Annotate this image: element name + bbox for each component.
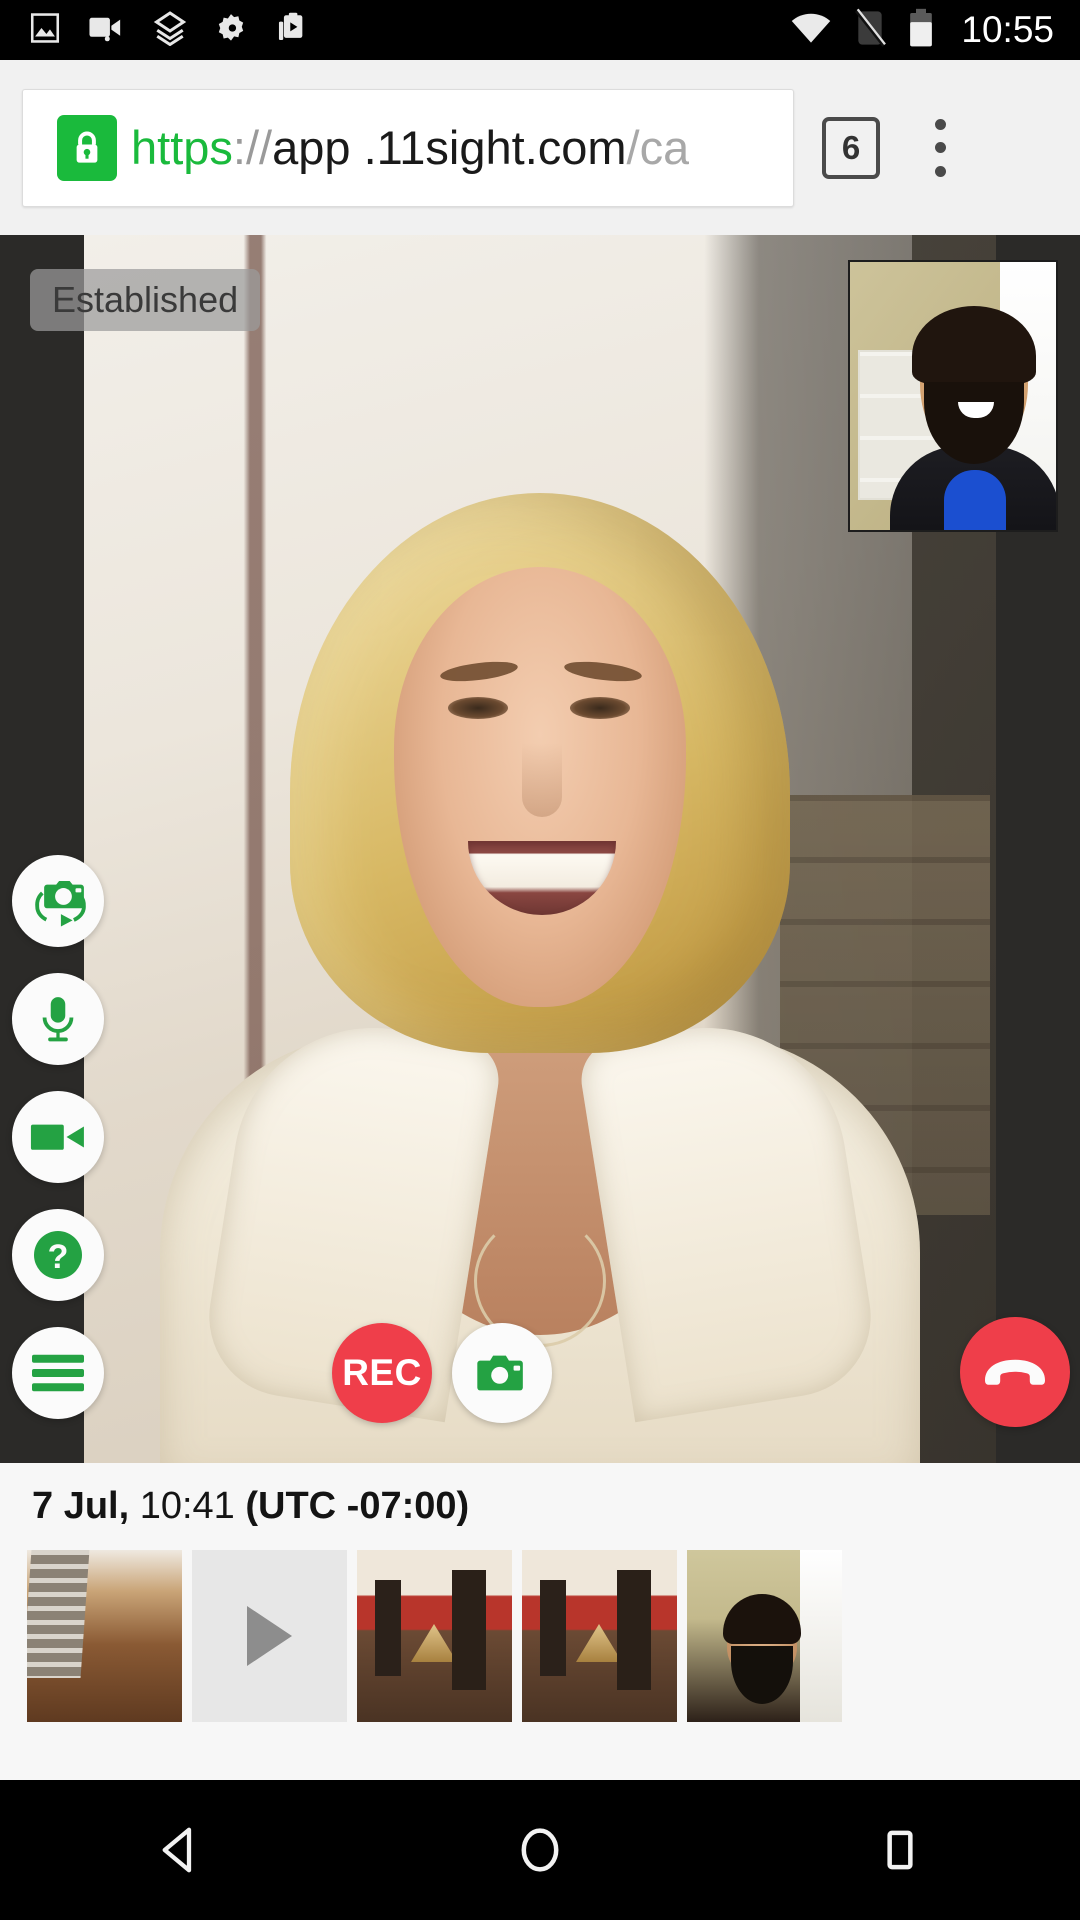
- hamburger-menu-icon: [32, 1354, 84, 1392]
- recents-square-icon: [887, 1830, 913, 1870]
- pip-shirt: [944, 470, 1006, 530]
- thumbnail-strip[interactable]: [0, 1528, 1080, 1722]
- switch-camera-button[interactable]: [12, 855, 104, 947]
- status-bar-system-icons: 10:55: [789, 8, 1080, 53]
- android-navigation-bar: [0, 1780, 1080, 1920]
- gallery-icon: [28, 11, 62, 50]
- kebab-dot: [934, 165, 946, 177]
- url-path: /ca: [626, 121, 690, 174]
- home-circle-icon: [521, 1828, 559, 1872]
- address-bar[interactable]: https://app .11sight.com/ca: [22, 88, 794, 207]
- thumbnail-vase: [576, 1624, 622, 1662]
- remote-eye-right: [570, 697, 630, 719]
- menu-button[interactable]: [12, 1327, 104, 1419]
- thumbnail-dining-1[interactable]: [357, 1550, 512, 1722]
- video-call-stage: Established ? REC: [0, 235, 1080, 1463]
- question-mark-icon: ?: [34, 1231, 82, 1279]
- thumbnail-vase: [411, 1624, 457, 1662]
- url-separator: ://: [232, 121, 273, 174]
- thumbnail-video[interactable]: [192, 1550, 347, 1722]
- self-view-pip[interactable]: [848, 260, 1058, 532]
- thumbnail-person[interactable]: [687, 1550, 842, 1722]
- wifi-icon: [789, 11, 833, 50]
- record-button[interactable]: REC: [332, 1323, 432, 1423]
- gallery-timezone-label: (UTC -07:00): [245, 1485, 470, 1527]
- recents-button[interactable]: [825, 1780, 975, 1920]
- thumbnail-person-beard: [731, 1646, 793, 1704]
- android-status-bar: 10:55: [0, 0, 1080, 60]
- camera-icon: [477, 1355, 523, 1391]
- lock-icon: [57, 114, 117, 181]
- remote-eye-left: [448, 697, 508, 719]
- gallery-date-label: 7 Jul,: [32, 1485, 130, 1527]
- tab-counter-button[interactable]: 6: [822, 116, 880, 179]
- play-icon: [247, 1606, 292, 1666]
- clipboard-play-icon: [274, 11, 308, 50]
- switch-camera-icon: [35, 880, 86, 927]
- gallery-time-label: 10:41: [139, 1485, 235, 1527]
- video-recorder-icon: [88, 11, 126, 50]
- browser-toolbar: https://app .11sight.com/ca 6: [0, 60, 1080, 235]
- kebab-menu-icon[interactable]: [918, 113, 962, 183]
- snapshot-button[interactable]: [452, 1323, 552, 1423]
- microphone-icon: [42, 997, 74, 1042]
- video-camera-icon: [30, 1124, 84, 1150]
- tab-count-label: 6: [841, 128, 861, 166]
- kebab-dot: [934, 142, 946, 153]
- thumbnail-hallway[interactable]: [27, 1550, 182, 1722]
- hangup-button[interactable]: [960, 1317, 1070, 1427]
- thumbnail-person-window: [800, 1550, 842, 1722]
- url-host: app .11sight.com: [272, 121, 627, 174]
- layers-icon: [152, 10, 188, 51]
- back-button[interactable]: [105, 1780, 255, 1920]
- phone-screen: 10:55 https://app .11sight.com/ca 6 Esta…: [0, 0, 1080, 1920]
- no-sim-icon: [853, 8, 887, 53]
- thumbnail-dining-2[interactable]: [522, 1550, 677, 1722]
- home-button[interactable]: [465, 1780, 615, 1920]
- hangup-phone-icon: [985, 1359, 1045, 1385]
- microphone-button[interactable]: [12, 973, 104, 1065]
- url-scheme: https: [131, 121, 233, 174]
- help-button[interactable]: ?: [12, 1209, 104, 1301]
- back-triangle-icon: [162, 1827, 192, 1873]
- gear-icon: [214, 11, 248, 50]
- video-camera-button[interactable]: [12, 1091, 104, 1183]
- remote-nose: [522, 743, 562, 817]
- gallery-timestamp: 7 Jul, 10:41 (UTC -07:00): [0, 1463, 1080, 1528]
- recording-gallery: 7 Jul, 10:41 (UTC -07:00): [0, 1463, 1080, 1780]
- status-bar-clock: 10:55: [961, 9, 1054, 50]
- kebab-dot: [934, 118, 946, 130]
- battery-icon: [907, 8, 935, 53]
- remote-participant-face: [290, 493, 790, 1133]
- url-text: https://app .11sight.com/ca: [131, 120, 689, 175]
- svg-text:?: ?: [48, 1238, 69, 1276]
- record-label: REC: [342, 1352, 422, 1393]
- status-bar-notification-icons: [0, 10, 308, 51]
- call-status-badge: Established: [30, 269, 261, 331]
